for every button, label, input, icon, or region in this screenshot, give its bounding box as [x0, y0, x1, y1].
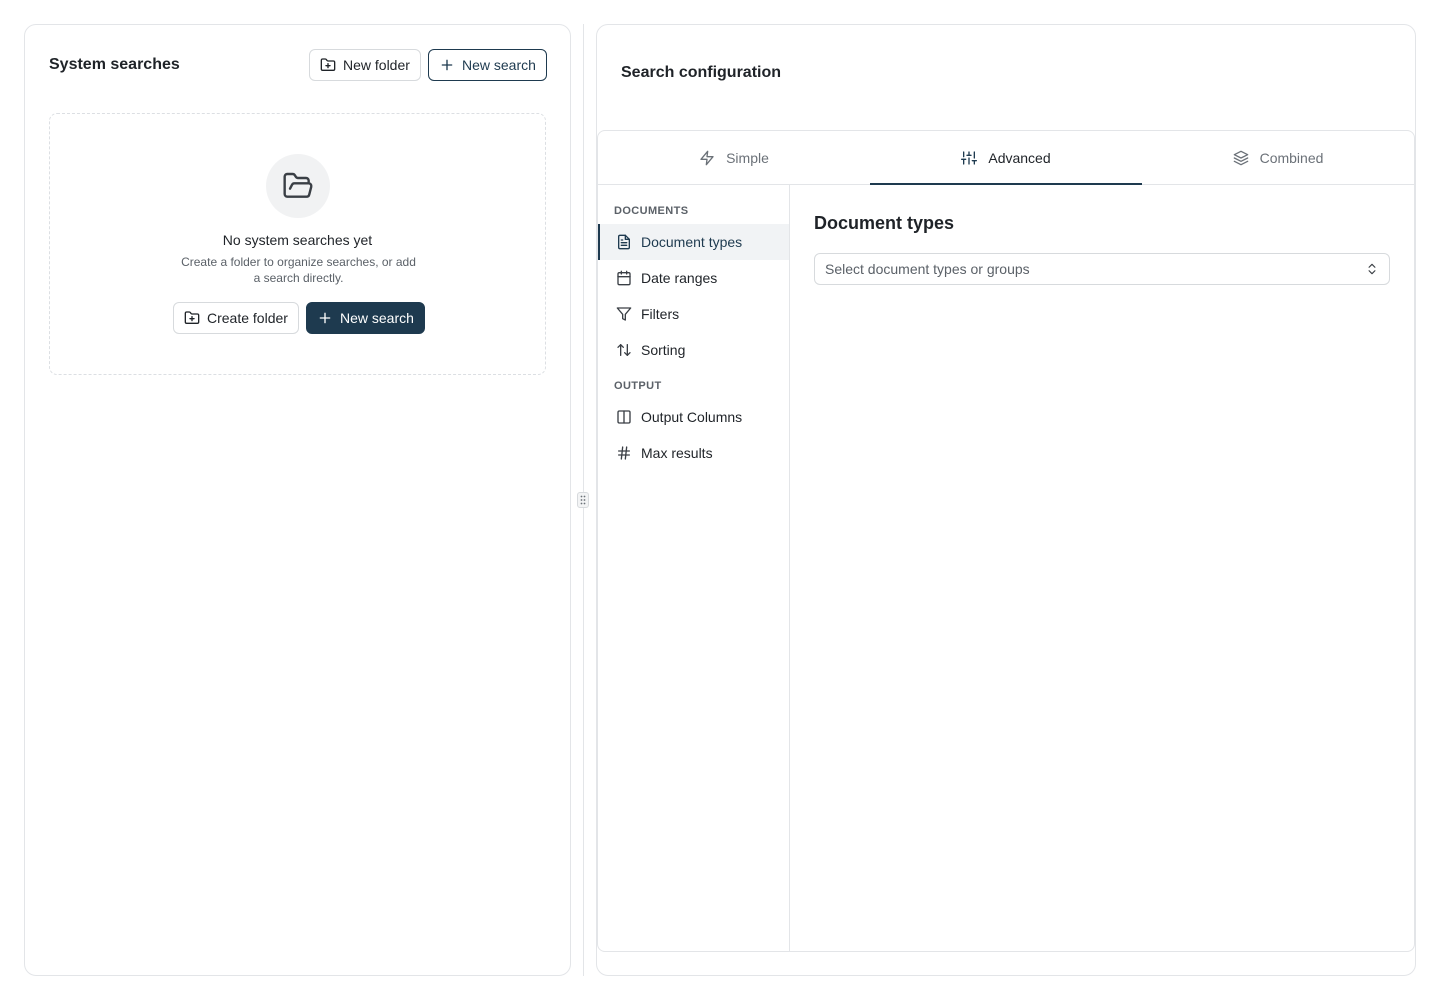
grip-vertical-icon — [580, 495, 586, 505]
filter-icon — [616, 306, 632, 322]
new-folder-button[interactable]: New folder — [309, 49, 421, 81]
sidebar-item-document-types[interactable]: Document types — [598, 224, 789, 260]
sidebar-item-label: Output Columns — [641, 409, 743, 425]
panel-title: Search configuration — [621, 64, 782, 81]
layers-icon — [1233, 150, 1249, 166]
create-folder-button[interactable]: Create folder — [173, 302, 299, 334]
lightning-icon — [699, 150, 715, 166]
sliders-icon — [961, 150, 978, 166]
new-search-button[interactable]: New search — [428, 49, 547, 81]
sidebar-item-label: Sorting — [641, 342, 686, 358]
config-sidebar: DOCUMENTS Document types Date ranges Fil… — [598, 185, 790, 951]
empty-state-description: Create a folder to organize searches, or… — [181, 255, 416, 285]
document-icon — [616, 234, 632, 250]
plus-icon — [317, 310, 333, 326]
tab-advanced[interactable]: Advanced — [870, 131, 1142, 185]
sidebar-item-filters[interactable]: Filters — [598, 296, 789, 332]
sidebar-item-max-results[interactable]: Max results — [598, 435, 789, 471]
columns-icon — [616, 409, 632, 425]
system-searches-panel: System searches New folder New search No… — [24, 24, 571, 976]
section-label-documents: DOCUMENTS — [614, 205, 689, 217]
sidebar-item-output-columns[interactable]: Output Columns — [598, 399, 789, 435]
tab-label: Combined — [1259, 149, 1324, 166]
document-types-select[interactable]: Select document types or groups — [814, 253, 1390, 285]
folder-open-icon — [282, 170, 314, 202]
search-configuration-panel: Search configuration Simple Advanced Com… — [596, 24, 1416, 976]
folder-plus-icon — [184, 310, 200, 326]
sort-icon — [616, 342, 632, 358]
new-search-label: New search — [340, 310, 414, 326]
section-title: Document types — [814, 213, 955, 233]
tab-label: Simple — [726, 149, 769, 166]
config-frame: Simple Advanced Combined DOCUMENTS Docum… — [597, 130, 1415, 952]
chevrons-up-down-icon — [1365, 262, 1379, 276]
resize-handle[interactable] — [577, 492, 589, 508]
empty-state: No system searches yet Create a folder t… — [49, 113, 546, 375]
select-placeholder: Select document types or groups — [825, 261, 1030, 277]
tab-combined[interactable]: Combined — [1142, 131, 1414, 184]
sidebar-item-label: Document types — [641, 234, 743, 250]
sidebar-item-date-ranges[interactable]: Date ranges — [598, 260, 789, 296]
sidebar-item-label: Max results — [641, 445, 713, 461]
section-label-output: OUTPUT — [614, 380, 662, 392]
empty-new-search-button[interactable]: New search — [306, 302, 425, 334]
calendar-icon — [616, 270, 632, 286]
plus-icon — [439, 57, 455, 73]
mode-tabs: Simple Advanced Combined — [598, 131, 1414, 185]
hash-icon — [616, 445, 632, 461]
empty-state-icon-container — [266, 154, 330, 218]
tab-simple[interactable]: Simple — [598, 131, 870, 184]
new-search-label: New search — [462, 57, 536, 73]
sidebar-item-label: Filters — [641, 306, 680, 322]
empty-state-title: No system searches yet — [222, 232, 373, 248]
folder-plus-icon — [320, 57, 336, 73]
new-folder-label: New folder — [343, 57, 410, 73]
sidebar-item-sorting[interactable]: Sorting — [598, 332, 789, 368]
panel-title: System searches — [49, 56, 180, 73]
tab-label: Advanced — [988, 149, 1051, 166]
sidebar-item-label: Date ranges — [641, 270, 718, 286]
create-folder-label: Create folder — [207, 310, 288, 326]
